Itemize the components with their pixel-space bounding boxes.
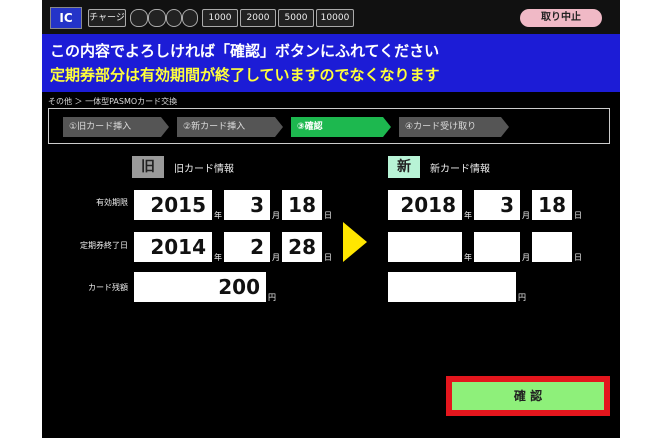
step-1: ①旧カード挿入 (63, 117, 169, 137)
unit-year: 年 (464, 253, 472, 262)
coin-icon (130, 9, 148, 27)
new-pass-end-day (532, 232, 572, 262)
new-expiry-year: 2018 (388, 190, 462, 220)
old-pass-end-year: 2014 (134, 232, 212, 262)
old-balance: 200 (134, 272, 266, 302)
bill-1000-chip: 1000 (202, 9, 238, 27)
unit-year: 年 (214, 211, 222, 220)
breadcrumb: その他 ＞ 一体型PASMOカード交換 (48, 97, 178, 106)
charge-chip: チャージ (88, 9, 126, 27)
unit-month: 月 (272, 211, 280, 220)
cancel-button[interactable]: 取り中止 (520, 9, 602, 27)
transfer-arrow-icon (343, 222, 367, 262)
bill-2000-chip: 2000 (240, 9, 276, 27)
instruction-line-1: この内容でよろしければ「確認」ボタンにふれてください (50, 42, 440, 60)
old-card-caption: 旧カード情報 (174, 164, 234, 175)
confirm-highlight: 確 認 (446, 376, 610, 416)
coin-icon (182, 9, 198, 27)
top-bar: IC チャージ 1000 2000 5000 10000 取り中止 (42, 0, 620, 34)
ticket-machine-screen: IC チャージ 1000 2000 5000 10000 取り中止 この内容でよ… (42, 0, 620, 438)
coin-icon (166, 9, 182, 27)
confirm-button[interactable]: 確 認 (452, 382, 604, 410)
step-2: ②新カード挿入 (177, 117, 283, 137)
pass-end-label: 定期券終了日 (80, 241, 128, 250)
unit-month: 月 (522, 253, 530, 262)
expiry-label: 有効期限 (96, 198, 128, 207)
new-expiry-day: 18 (532, 190, 572, 220)
unit-yen: 円 (268, 293, 276, 302)
instruction-line-2: 定期券部分は有効期間が終了していますのでなくなります (50, 66, 440, 84)
instruction-banner: この内容でよろしければ「確認」ボタンにふれてください 定期券部分は有効期間が終了… (42, 34, 620, 92)
ic-card-icon: IC (50, 7, 82, 29)
old-expiry-year: 2015 (134, 190, 212, 220)
new-pass-end-year (388, 232, 462, 262)
unit-month: 月 (272, 253, 280, 262)
unit-yen: 円 (518, 293, 526, 302)
unit-day: 日 (574, 211, 582, 220)
coin-icon (148, 9, 166, 27)
step-3-current: ③確認 (291, 117, 391, 137)
old-pass-end-month: 2 (224, 232, 270, 262)
unit-year: 年 (214, 253, 222, 262)
old-pass-end-day: 28 (282, 232, 322, 262)
bill-5000-chip: 5000 (278, 9, 314, 27)
step-4: ④カード受け取り (399, 117, 509, 137)
balance-label: カード残額 (88, 283, 128, 292)
old-card-tag: 旧 (132, 156, 164, 178)
old-expiry-month: 3 (224, 190, 270, 220)
new-card-tag: 新 (388, 156, 420, 178)
unit-day: 日 (324, 253, 332, 262)
new-balance (388, 272, 516, 302)
unit-year: 年 (464, 211, 472, 220)
unit-month: 月 (522, 211, 530, 220)
new-card-caption: 新カード情報 (430, 164, 490, 175)
bill-10000-chip: 10000 (316, 9, 354, 27)
new-expiry-month: 3 (474, 190, 520, 220)
old-expiry-day: 18 (282, 190, 322, 220)
step-progress: ①旧カード挿入 ②新カード挿入 ③確認 ④カード受け取り (48, 108, 610, 144)
unit-day: 日 (574, 253, 582, 262)
unit-day: 日 (324, 211, 332, 220)
new-pass-end-month (474, 232, 520, 262)
